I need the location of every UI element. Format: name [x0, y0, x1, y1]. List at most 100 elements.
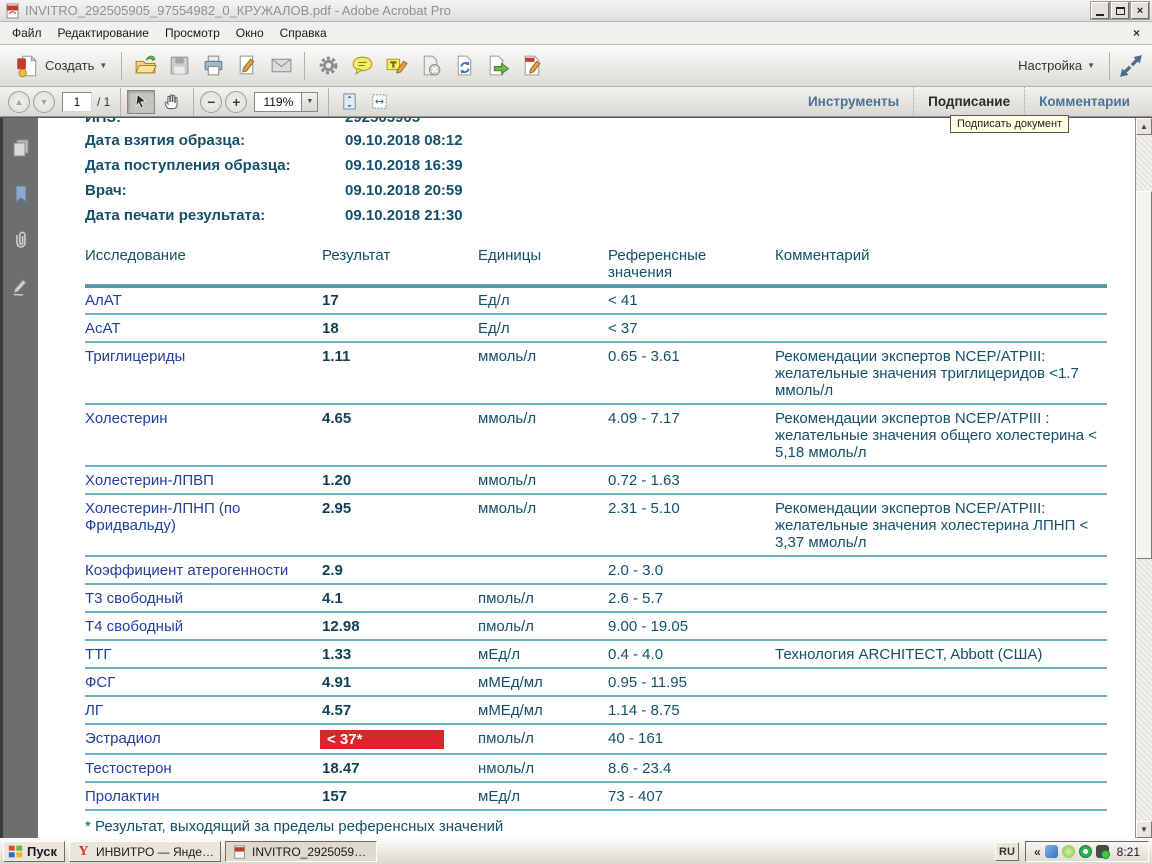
zoom-dropdown-button[interactable]: ▼	[302, 92, 318, 112]
restore-button[interactable]	[1111, 2, 1129, 19]
test-name: Холестерин	[85, 405, 322, 465]
next-page-button[interactable]: ▼	[33, 91, 55, 113]
utorrent-tray-icon[interactable]	[1062, 845, 1075, 858]
create-pdf-icon	[14, 53, 40, 79]
zoom-level-input[interactable]: 119%	[254, 92, 302, 112]
panel-tabs: ИнструментыПодписаниеКомментарии	[794, 87, 1144, 116]
test-result: 4.57	[322, 697, 478, 723]
test-name: Холестерин-ЛПВП	[85, 467, 322, 493]
messenger-tray-icon[interactable]	[1096, 845, 1109, 858]
pages-panel-button[interactable]	[9, 136, 33, 160]
test-name: Холестерин-ЛПНП (по Фридвальду)	[85, 495, 322, 555]
open-file-button[interactable]	[128, 49, 162, 83]
zoom-out-button[interactable]: −	[200, 91, 222, 113]
menu-item[interactable]: Файл	[4, 23, 50, 43]
fit-page-button[interactable]	[365, 90, 393, 114]
result-value: 4.65	[322, 410, 351, 427]
expand-toolbar-button[interactable]	[1116, 51, 1146, 81]
hand-tool-button[interactable]	[157, 90, 185, 114]
document-close-icon[interactable]: ×	[1125, 26, 1148, 40]
test-reference: 2.6 - 5.7	[608, 585, 775, 611]
test-reference: 0.95 - 11.95	[608, 669, 775, 695]
menu-item[interactable]: Редактирование	[50, 23, 157, 43]
close-button[interactable]: ×	[1131, 2, 1149, 19]
start-button[interactable]: Пуск	[3, 841, 65, 862]
test-reference: 0.72 - 1.63	[608, 467, 775, 493]
sign-document-button[interactable]	[230, 49, 264, 83]
menu-item[interactable]: Просмотр	[157, 23, 228, 43]
scroll-down-button[interactable]: ▼	[1136, 821, 1152, 838]
windows-logo-icon	[8, 844, 23, 859]
toolbar-separator	[1109, 52, 1110, 80]
test-reference: 0.65 - 3.61	[608, 343, 775, 403]
panel-tab[interactable]: Подписание	[913, 87, 1024, 116]
meta-row: Врач: 09.10.2018 20:59	[85, 178, 1135, 203]
print-button[interactable]	[196, 49, 230, 83]
text-annotation-icon	[384, 53, 409, 78]
table-row: Коэффициент атерогенности 2.9 2.0 - 3.0	[85, 557, 1107, 585]
taskbar-item-yandex[interactable]: Y ИНВИТРО — Яндек...	[69, 841, 221, 862]
table-row: Пролактин 157 мЕд/л 73 - 407	[85, 783, 1107, 811]
bookmarks-panel-button[interactable]	[9, 182, 33, 206]
export-file-button[interactable]	[481, 49, 515, 83]
minimize-button[interactable]	[1091, 2, 1109, 19]
save-file-button[interactable]	[162, 49, 196, 83]
test-comment: Рекомендации экспертов NCEP/ATPIII: жела…	[775, 343, 1105, 403]
delete-pages-icon	[418, 53, 443, 78]
settings-button[interactable]: Настройка ▼	[1010, 55, 1103, 76]
test-units: Ед/л	[478, 315, 608, 341]
email-icon	[269, 53, 294, 78]
email-button[interactable]	[264, 49, 298, 83]
tray-expand-icon[interactable]: «	[1034, 845, 1041, 859]
taskbar-item-pdf[interactable]: INVITRO_29250590...	[225, 841, 377, 862]
page-number-input[interactable]: 1	[62, 92, 92, 112]
edit-document-button[interactable]	[515, 49, 549, 83]
antivirus-tray-icon[interactable]	[1079, 845, 1092, 858]
test-comment	[775, 613, 1105, 639]
attachments-panel-button[interactable]	[9, 228, 33, 252]
delete-pages-button[interactable]	[413, 49, 447, 83]
create-pdf-button[interactable]: Создать ▼	[6, 50, 115, 82]
test-name: ФСГ	[85, 669, 322, 695]
scroll-mode-button[interactable]	[335, 90, 363, 114]
save-file-icon	[167, 53, 192, 78]
test-name: АсАТ	[85, 315, 322, 341]
language-indicator[interactable]: RU	[995, 842, 1019, 861]
restore-icon	[1116, 7, 1125, 15]
menu-item[interactable]: Справка	[272, 23, 335, 43]
sign-document-icon	[235, 53, 260, 78]
test-units: нмоль/л	[478, 755, 608, 781]
table-footnote: * Результат, выходящий за пределы рефере…	[85, 818, 1107, 835]
test-reference: 4.09 - 7.17	[608, 405, 775, 465]
meta-row: Дата поступления образца: 09.10.2018 16:…	[85, 153, 1135, 178]
network-tray-icon[interactable]	[1045, 845, 1058, 858]
replace-pages-button[interactable]	[447, 49, 481, 83]
panel-tab[interactable]: Комментарии	[1024, 87, 1144, 116]
menu-item[interactable]: Окно	[228, 23, 272, 43]
panel-tab[interactable]: Инструменты	[794, 87, 913, 116]
signatures-panel-button[interactable]	[9, 274, 33, 298]
select-tool-button[interactable]	[127, 90, 155, 114]
table-row: ЛГ 4.57 мМЕд/мл 1.14 - 8.75	[85, 697, 1107, 725]
test-result: 1.11	[322, 343, 478, 403]
comment-button[interactable]	[345, 49, 379, 83]
preferences-button[interactable]	[311, 49, 345, 83]
test-result: 18.47	[322, 755, 478, 781]
table-row: Тестостерон 18.47 нмоль/л 8.6 - 23.4	[85, 755, 1107, 783]
test-name: Триглицериды	[85, 343, 322, 403]
title-bar: INVITRO_292505905_97554982_0_КРУЖАЛОВ.pd…	[0, 0, 1152, 22]
text-annotation-button[interactable]	[379, 49, 413, 83]
scroll-up-button[interactable]: ▲	[1136, 118, 1152, 135]
table-row: Холестерин 4.65 ммоль/л 4.09 - 7.17 Реко…	[85, 405, 1107, 467]
previous-page-button[interactable]: ▲	[8, 91, 30, 113]
vertical-scrollbar[interactable]: ▲ ▼	[1135, 118, 1152, 838]
test-comment	[775, 697, 1105, 723]
zoom-in-button[interactable]: +	[225, 91, 247, 113]
main-toolbar: Создать ▼ Настройка ▼	[0, 45, 1152, 87]
comment-bubble-icon	[350, 53, 375, 78]
scrollbar-thumb[interactable]	[1136, 191, 1152, 559]
result-value: 4.57	[322, 702, 351, 719]
test-result: 157	[322, 783, 478, 809]
meta-row: Дата печати результата: 09.10.2018 21:30	[85, 203, 1135, 228]
signature-icon	[10, 275, 32, 297]
